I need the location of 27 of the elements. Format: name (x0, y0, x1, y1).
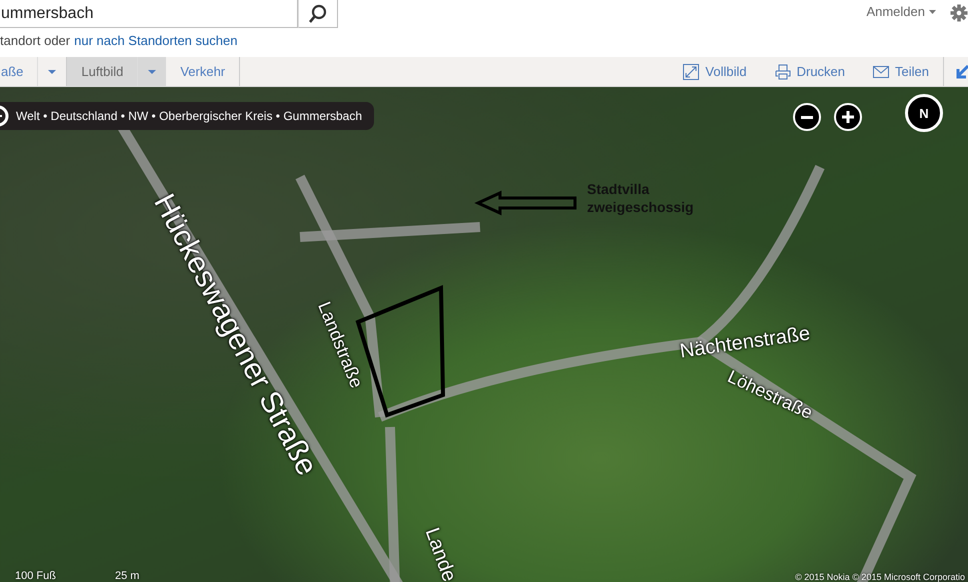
map-type-tab[interactable]: Luftbild (67, 57, 166, 86)
annotation-text: Stadtvilla zweigeschossig (587, 180, 694, 216)
envelope-icon (873, 64, 890, 80)
sign-in-menu[interactable]: Anmelden (866, 4, 936, 19)
scale-label: 100 Fuß (15, 570, 56, 582)
arrow-icon[interactable] (956, 64, 968, 78)
breadcrumb-text[interactable]: Welt • Deutschland • NW • Oberbergischer Kreis • Gummersbach (16, 109, 362, 123)
map-type-tab[interactable]: Verkehr (166, 57, 240, 86)
expand-icon (683, 64, 700, 80)
toolbar-action-button[interactable]: Vollbild (683, 57, 747, 86)
printer-icon (774, 64, 791, 80)
caret-icon[interactable] (48, 70, 56, 74)
toolbar-action-button[interactable]: Drucken (774, 57, 846, 86)
street-label: Lande (420, 524, 460, 582)
copyright-text: © 2015 Nokia © 2015 Microsoft Corporatio (795, 572, 965, 582)
settings-icon[interactable] (950, 4, 968, 22)
search-button[interactable] (298, 0, 338, 28)
location-search-link[interactable]: nur nach Standorten suchen (74, 33, 238, 48)
plus-icon (842, 111, 854, 123)
hint-text: tandort oder (0, 33, 70, 48)
search-field[interactable]: ummersbach (0, 0, 298, 28)
street-label: Nächtenstraße (678, 322, 812, 364)
caret-icon[interactable] (148, 70, 156, 74)
search-icon (309, 4, 327, 23)
caret-icon (929, 10, 936, 14)
scale-label: 25 m (115, 570, 140, 582)
toolbar-action-button[interactable]: Teilen (873, 57, 929, 86)
